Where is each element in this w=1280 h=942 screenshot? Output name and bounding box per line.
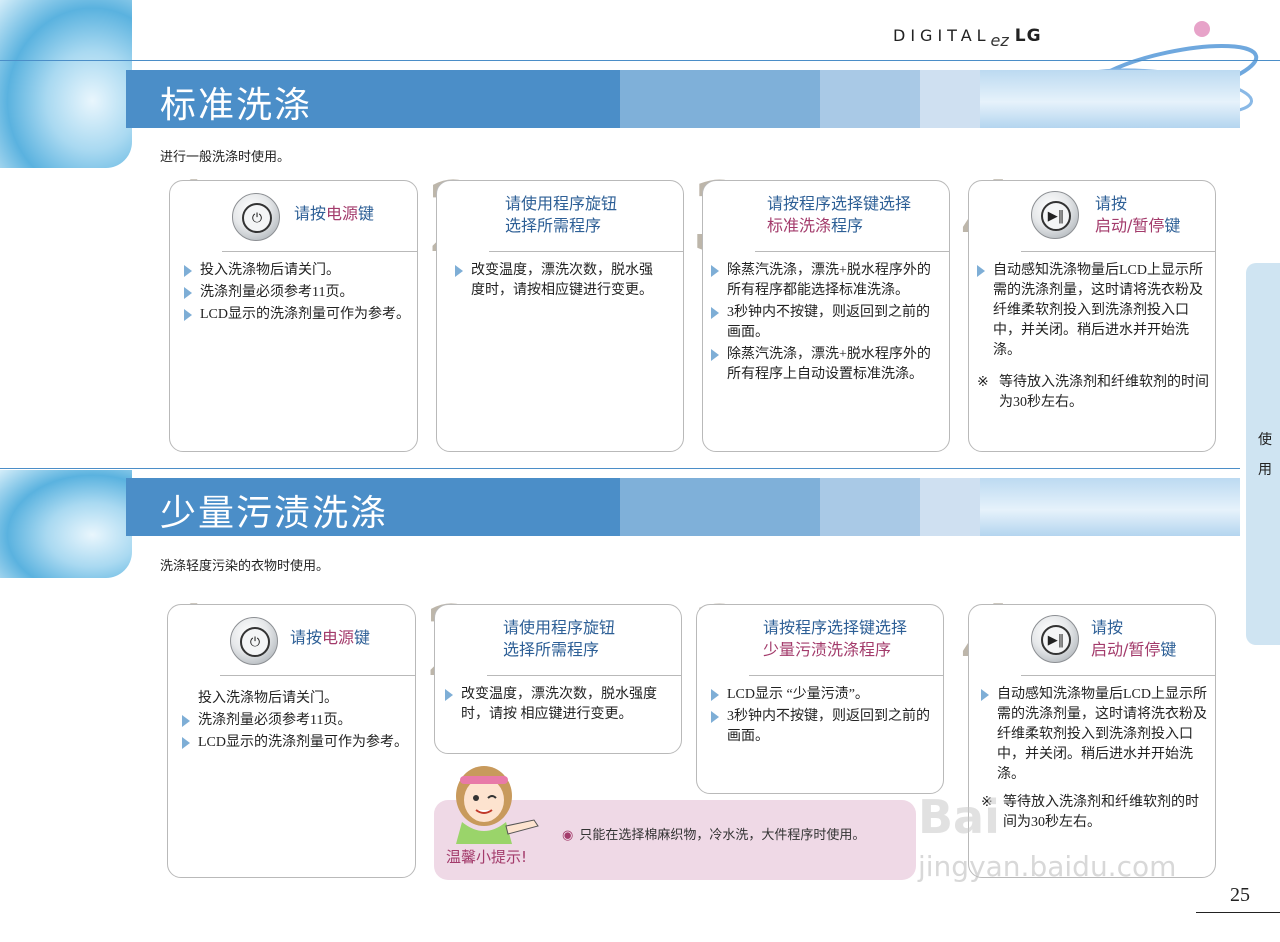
brand-logo: DIGITALez LG	[893, 26, 1042, 50]
section-rule	[0, 60, 1280, 61]
power-button-icon: ⏻	[230, 617, 278, 665]
step-card: ⏻ 请按电源键 投入洗涤物后请关门。 洗涤剂量必须参考11页。 LCD显示的洗涤…	[169, 180, 418, 452]
section-title: 标准洗涤	[160, 85, 313, 126]
step-card: 请使用程序旋钮 选择所需程序 改变温度，漂洗次数，脱水强度时，请按相应键进行变更。	[436, 180, 684, 452]
tip-title: 温馨小提示!	[446, 848, 528, 866]
water-splash-image	[0, 470, 132, 578]
section-title: 少量污渍洗涤	[160, 493, 389, 534]
step-body: 投入洗涤物后请关门。 洗涤剂量必须参考11页。 LCD显示的洗涤剂量可作为参考。	[184, 261, 424, 327]
step-heading: 请按 启动/暂停键	[1095, 194, 1181, 235]
section-title-bar: 少量污渍洗涤	[126, 478, 1240, 536]
watermark: Bai	[918, 790, 1000, 844]
step-card: ⏻ 请按电源键 投入洗涤物后请关门。 洗涤剂量必须参考11页。 LCD显示的洗涤…	[167, 604, 416, 878]
step-heading: 请使用程序旋钮 选择所需程序	[505, 194, 618, 235]
step-heading: 请按电源键	[294, 204, 375, 223]
step-body: 除蒸汽洗涤，漂洗+脱水程序外的所有程序都能选择标准洗涤。 3秒钟内不按键，则返回…	[711, 261, 939, 387]
play-pause-button-icon: ▶‖	[1031, 615, 1079, 663]
step-card: ▶‖ 请按 启动/暂停键 自动感知洗涤物量后LCD上显示所需的洗涤剂量，这时请将…	[968, 604, 1216, 878]
step-body: 自动感知洗涤物量后LCD上显示所需的洗涤剂量，这时请将洗衣粉及纤维柔软剂投入到洗…	[981, 687, 1207, 830]
step-heading: 请使用程序旋钮 选择所需程序	[503, 618, 616, 659]
step-card: ▶‖ 请按 启动/暂停键 自动感知洗涤物量后LCD上显示所需的洗涤剂量，这时请将…	[968, 180, 1216, 452]
step-body: 改变温度，漂洗次数，脱水强度时，请按相应键进行变更。	[455, 261, 665, 303]
cartoon-girl-icon	[456, 766, 539, 844]
step-card: 请使用程序旋钮 选择所需程序 改变温度，漂洗次数，脱水强度时，请按 相应键进行变更…	[434, 604, 682, 754]
step-card: 请按程序选择键选择 少量污渍洗涤程序 LCD显示 “少量污渍”。 3秒钟内不按键…	[696, 604, 944, 794]
water-splash-image	[0, 0, 132, 168]
step-body: 改变温度，漂洗次数，脱水强度时，请按 相应键进行变更。	[445, 685, 671, 727]
page-number: 25	[1230, 884, 1250, 906]
tip-text: ◉ 只能在选择棉麻织物，冷水洗，大件程序时使用。	[562, 828, 866, 843]
step-card: 请按程序选择键选择 标准洗涤程序 除蒸汽洗涤，漂洗+脱水程序外的所有程序都能选择…	[702, 180, 950, 452]
step-body: 投入洗涤物后请关门。 洗涤剂量必须参考11页。 LCD显示的洗涤剂量可作为参考。	[182, 689, 414, 755]
chapter-side-tab: 使用	[1246, 263, 1280, 645]
step-body: 自动感知洗涤物量后LCD上显示所需的洗涤剂量，这时请将洗衣粉及纤维柔软剂投入到洗…	[977, 263, 1209, 410]
section-title-bar: 标准洗涤	[126, 70, 1240, 128]
step-heading: 请按 启动/暂停键	[1091, 618, 1177, 659]
step-heading: 请按程序选择键选择 标准洗涤程序	[767, 194, 912, 235]
step-body: LCD显示 “少量污渍”。 3秒钟内不按键，则返回到之前的画面。	[711, 685, 937, 749]
power-button-icon: ⏻	[232, 193, 280, 241]
section-rule	[0, 468, 1240, 469]
watermark-url: jingyan.baidu.com	[918, 850, 1177, 883]
page-number-rule	[1196, 912, 1280, 913]
step-heading: 请按电源键	[290, 628, 371, 647]
section-intro: 洗涤轻度污染的衣物时使用。	[160, 559, 330, 574]
step-heading: 请按程序选择键选择 少量污渍洗涤程序	[763, 618, 908, 659]
play-pause-button-icon: ▶‖	[1031, 191, 1079, 239]
